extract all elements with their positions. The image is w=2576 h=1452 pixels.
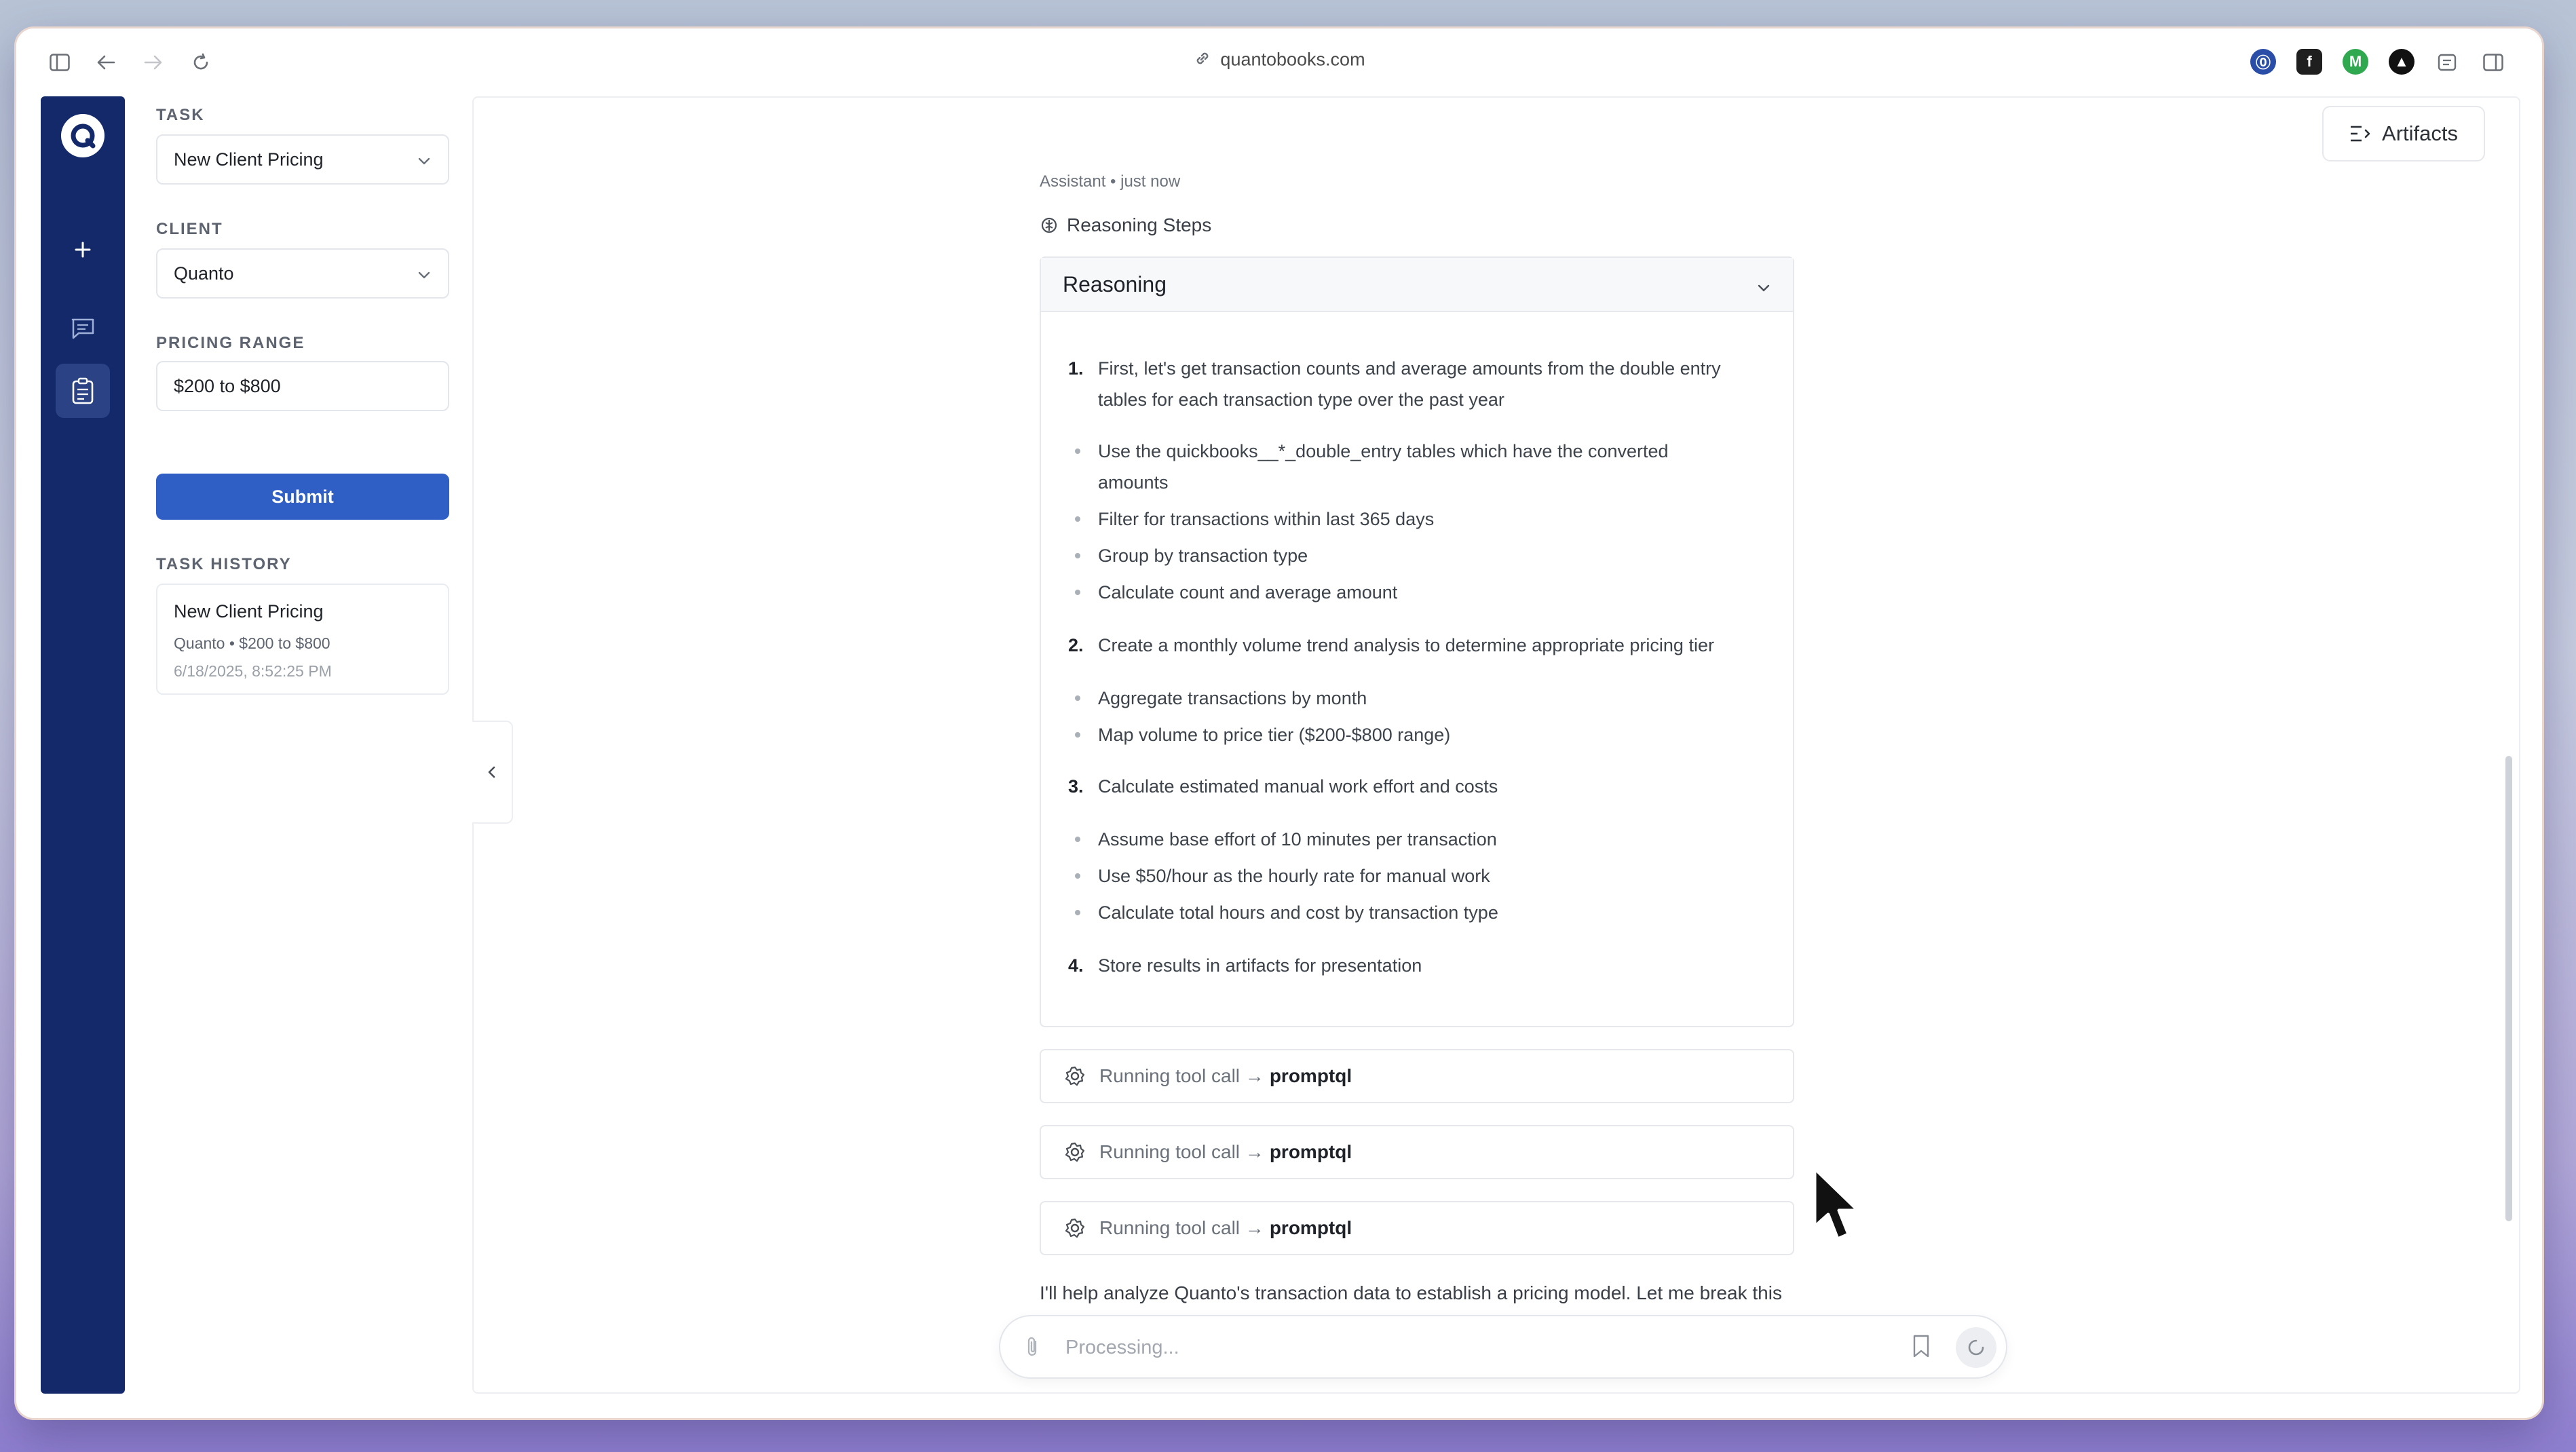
- gear-icon: [1064, 1217, 1086, 1239]
- bullet-text: Calculate total hours and cost by transa…: [1098, 902, 1498, 923]
- task-label: TASK: [156, 106, 205, 124]
- history-title: New Client Pricing: [174, 601, 324, 622]
- bullet-text: Group by transaction type: [1098, 546, 1308, 566]
- step-number: 3.: [1068, 776, 1084, 797]
- formula-extension-icon[interactable]: f: [2296, 49, 2322, 75]
- step-text: tables for each transaction type over th…: [1098, 389, 1504, 410]
- collapse-panel-button[interactable]: [472, 721, 513, 824]
- chat-composer[interactable]: Processing...: [999, 1315, 2007, 1379]
- step-text: Calculate estimated manual work effort a…: [1098, 776, 1498, 797]
- bullet-text: Filter for transactions within last 365 …: [1098, 509, 1435, 529]
- bullet-dot: [1075, 910, 1080, 915]
- app-nav-rail: [41, 96, 125, 1394]
- chat-icon: [71, 318, 94, 339]
- step-text: Create a monthly volume trend analysis t…: [1098, 635, 1714, 655]
- reasoning-panel: Reasoning 1. First, let's get transactio…: [1040, 256, 1794, 1027]
- brain-icon: [1041, 217, 1057, 233]
- bullet-text: Aggregate transactions by month: [1098, 688, 1367, 708]
- history-date: 6/18/2025, 8:52:25 PM: [174, 662, 332, 680]
- tool-call-name: promptql: [1269, 1065, 1352, 1086]
- bullet-text: Calculate count and average amount: [1098, 582, 1398, 603]
- pricing-range-label: PRICING RANGE: [156, 334, 305, 352]
- step-number: 2.: [1068, 635, 1084, 655]
- task-history-label: TASK HISTORY: [156, 555, 292, 573]
- artifacts-button[interactable]: Artifacts: [2322, 106, 2485, 161]
- url-text: quantobooks.com: [1220, 49, 1365, 70]
- gear-icon: [1064, 1141, 1086, 1163]
- tool-call-prefix: Running tool call →: [1099, 1065, 1264, 1086]
- loading-spinner-icon[interactable]: [1956, 1327, 1996, 1368]
- bullet-dot: [1075, 873, 1080, 879]
- client-select[interactable]: Quanto: [156, 248, 449, 299]
- bullet-text: Assume base effort of 10 minutes per tra…: [1098, 829, 1497, 849]
- main-scrollbar[interactable]: [2505, 756, 2512, 1221]
- m-extension-icon[interactable]: M: [2343, 49, 2368, 75]
- plus-icon: [75, 242, 91, 258]
- bullet-dot: [1075, 590, 1080, 595]
- bullet-dot: [1075, 837, 1080, 842]
- bookmark-icon[interactable]: [1911, 1334, 1931, 1362]
- tool-call-card[interactable]: Running tool call → promptql: [1040, 1049, 1794, 1103]
- bullet-text: Use the quickbooks__*_double_entry table…: [1098, 441, 1669, 461]
- tool-call-card[interactable]: Running tool call → promptql: [1040, 1201, 1794, 1255]
- reader-icon[interactable]: [2432, 47, 2462, 77]
- split-view-icon[interactable]: [2478, 47, 2508, 77]
- bullet-dot: [1075, 553, 1080, 558]
- link-icon: [1193, 49, 1212, 73]
- artifacts-label: Artifacts: [2382, 121, 2458, 145]
- address-bar[interactable]: quantobooks.com: [16, 49, 2542, 73]
- gear-icon: [1064, 1065, 1086, 1087]
- chevron-down-icon: [415, 266, 433, 288]
- password-extension-icon[interactable]: ⓪: [2250, 49, 2276, 75]
- client-select-value: Quanto: [174, 263, 234, 284]
- reasoning-header[interactable]: Reasoning: [1041, 258, 1793, 312]
- pricing-range-input[interactable]: $200 to $800: [156, 361, 449, 411]
- tasks-nav-button[interactable]: [56, 364, 110, 418]
- composer-placeholder: Processing...: [1065, 1337, 1179, 1358]
- tool-call-name: promptql: [1269, 1141, 1352, 1162]
- mouse-cursor-icon: [1811, 1166, 1865, 1250]
- bullet-dot: [1075, 516, 1080, 522]
- attachment-icon[interactable]: [1022, 1335, 1042, 1362]
- chevron-down-icon: [1755, 277, 1773, 302]
- submit-button[interactable]: Submit: [156, 474, 449, 520]
- step-text: Store results in artifacts for presentat…: [1098, 955, 1422, 976]
- tool-call-prefix: Running tool call →: [1099, 1217, 1264, 1238]
- tool-call-card[interactable]: Running tool call → promptql: [1040, 1125, 1794, 1179]
- pricing-range-value: $200 to $800: [174, 375, 281, 396]
- bullet-text: amounts: [1098, 472, 1169, 493]
- bullet-dot: [1075, 695, 1080, 701]
- bullet-text: Map volume to price tier ($200-$800 rang…: [1098, 725, 1451, 745]
- app-logo[interactable]: [61, 114, 105, 157]
- step-text: First, let's get transaction counts and …: [1098, 358, 1721, 379]
- chevron-down-icon: [415, 152, 433, 174]
- clipboard-icon: [72, 377, 94, 404]
- task-select[interactable]: New Client Pricing: [156, 134, 449, 185]
- task-history-item[interactable]: New Client Pricing Quanto • $200 to $800…: [156, 584, 449, 695]
- step-number: 4.: [1068, 955, 1084, 976]
- step-number: 1.: [1068, 358, 1084, 379]
- tool-call-name: promptql: [1269, 1217, 1352, 1238]
- client-label: CLIENT: [156, 220, 223, 238]
- task-select-value: New Client Pricing: [174, 149, 324, 170]
- message-meta: Assistant • just now: [1040, 172, 1181, 191]
- reasoning-title: Reasoning: [1063, 271, 1167, 297]
- artifacts-icon: [2351, 126, 2370, 142]
- bullet-text: Use $50/hour as the hourly rate for manu…: [1098, 866, 1490, 886]
- history-meta: Quanto • $200 to $800: [174, 634, 330, 652]
- browser-window: quantobooks.com ⓪ f M ▲ TASK New Client …: [16, 28, 2542, 1418]
- bullet-dot: [1075, 732, 1080, 738]
- browser-toolbar: quantobooks.com ⓪ f M ▲: [16, 28, 2542, 96]
- reasoning-steps-header[interactable]: Reasoning Steps: [1040, 214, 1211, 236]
- assistant-response-text: I'll help analyze Quanto's transaction d…: [1040, 1282, 1782, 1303]
- triangle-extension-icon[interactable]: ▲: [2389, 49, 2414, 75]
- chat-nav-button[interactable]: [56, 301, 110, 356]
- bullet-dot: [1075, 448, 1080, 454]
- tool-call-prefix: Running tool call →: [1099, 1141, 1264, 1162]
- chevron-left-icon: [488, 766, 495, 778]
- new-task-button[interactable]: [56, 223, 110, 277]
- reasoning-steps-label: Reasoning Steps: [1067, 214, 1212, 235]
